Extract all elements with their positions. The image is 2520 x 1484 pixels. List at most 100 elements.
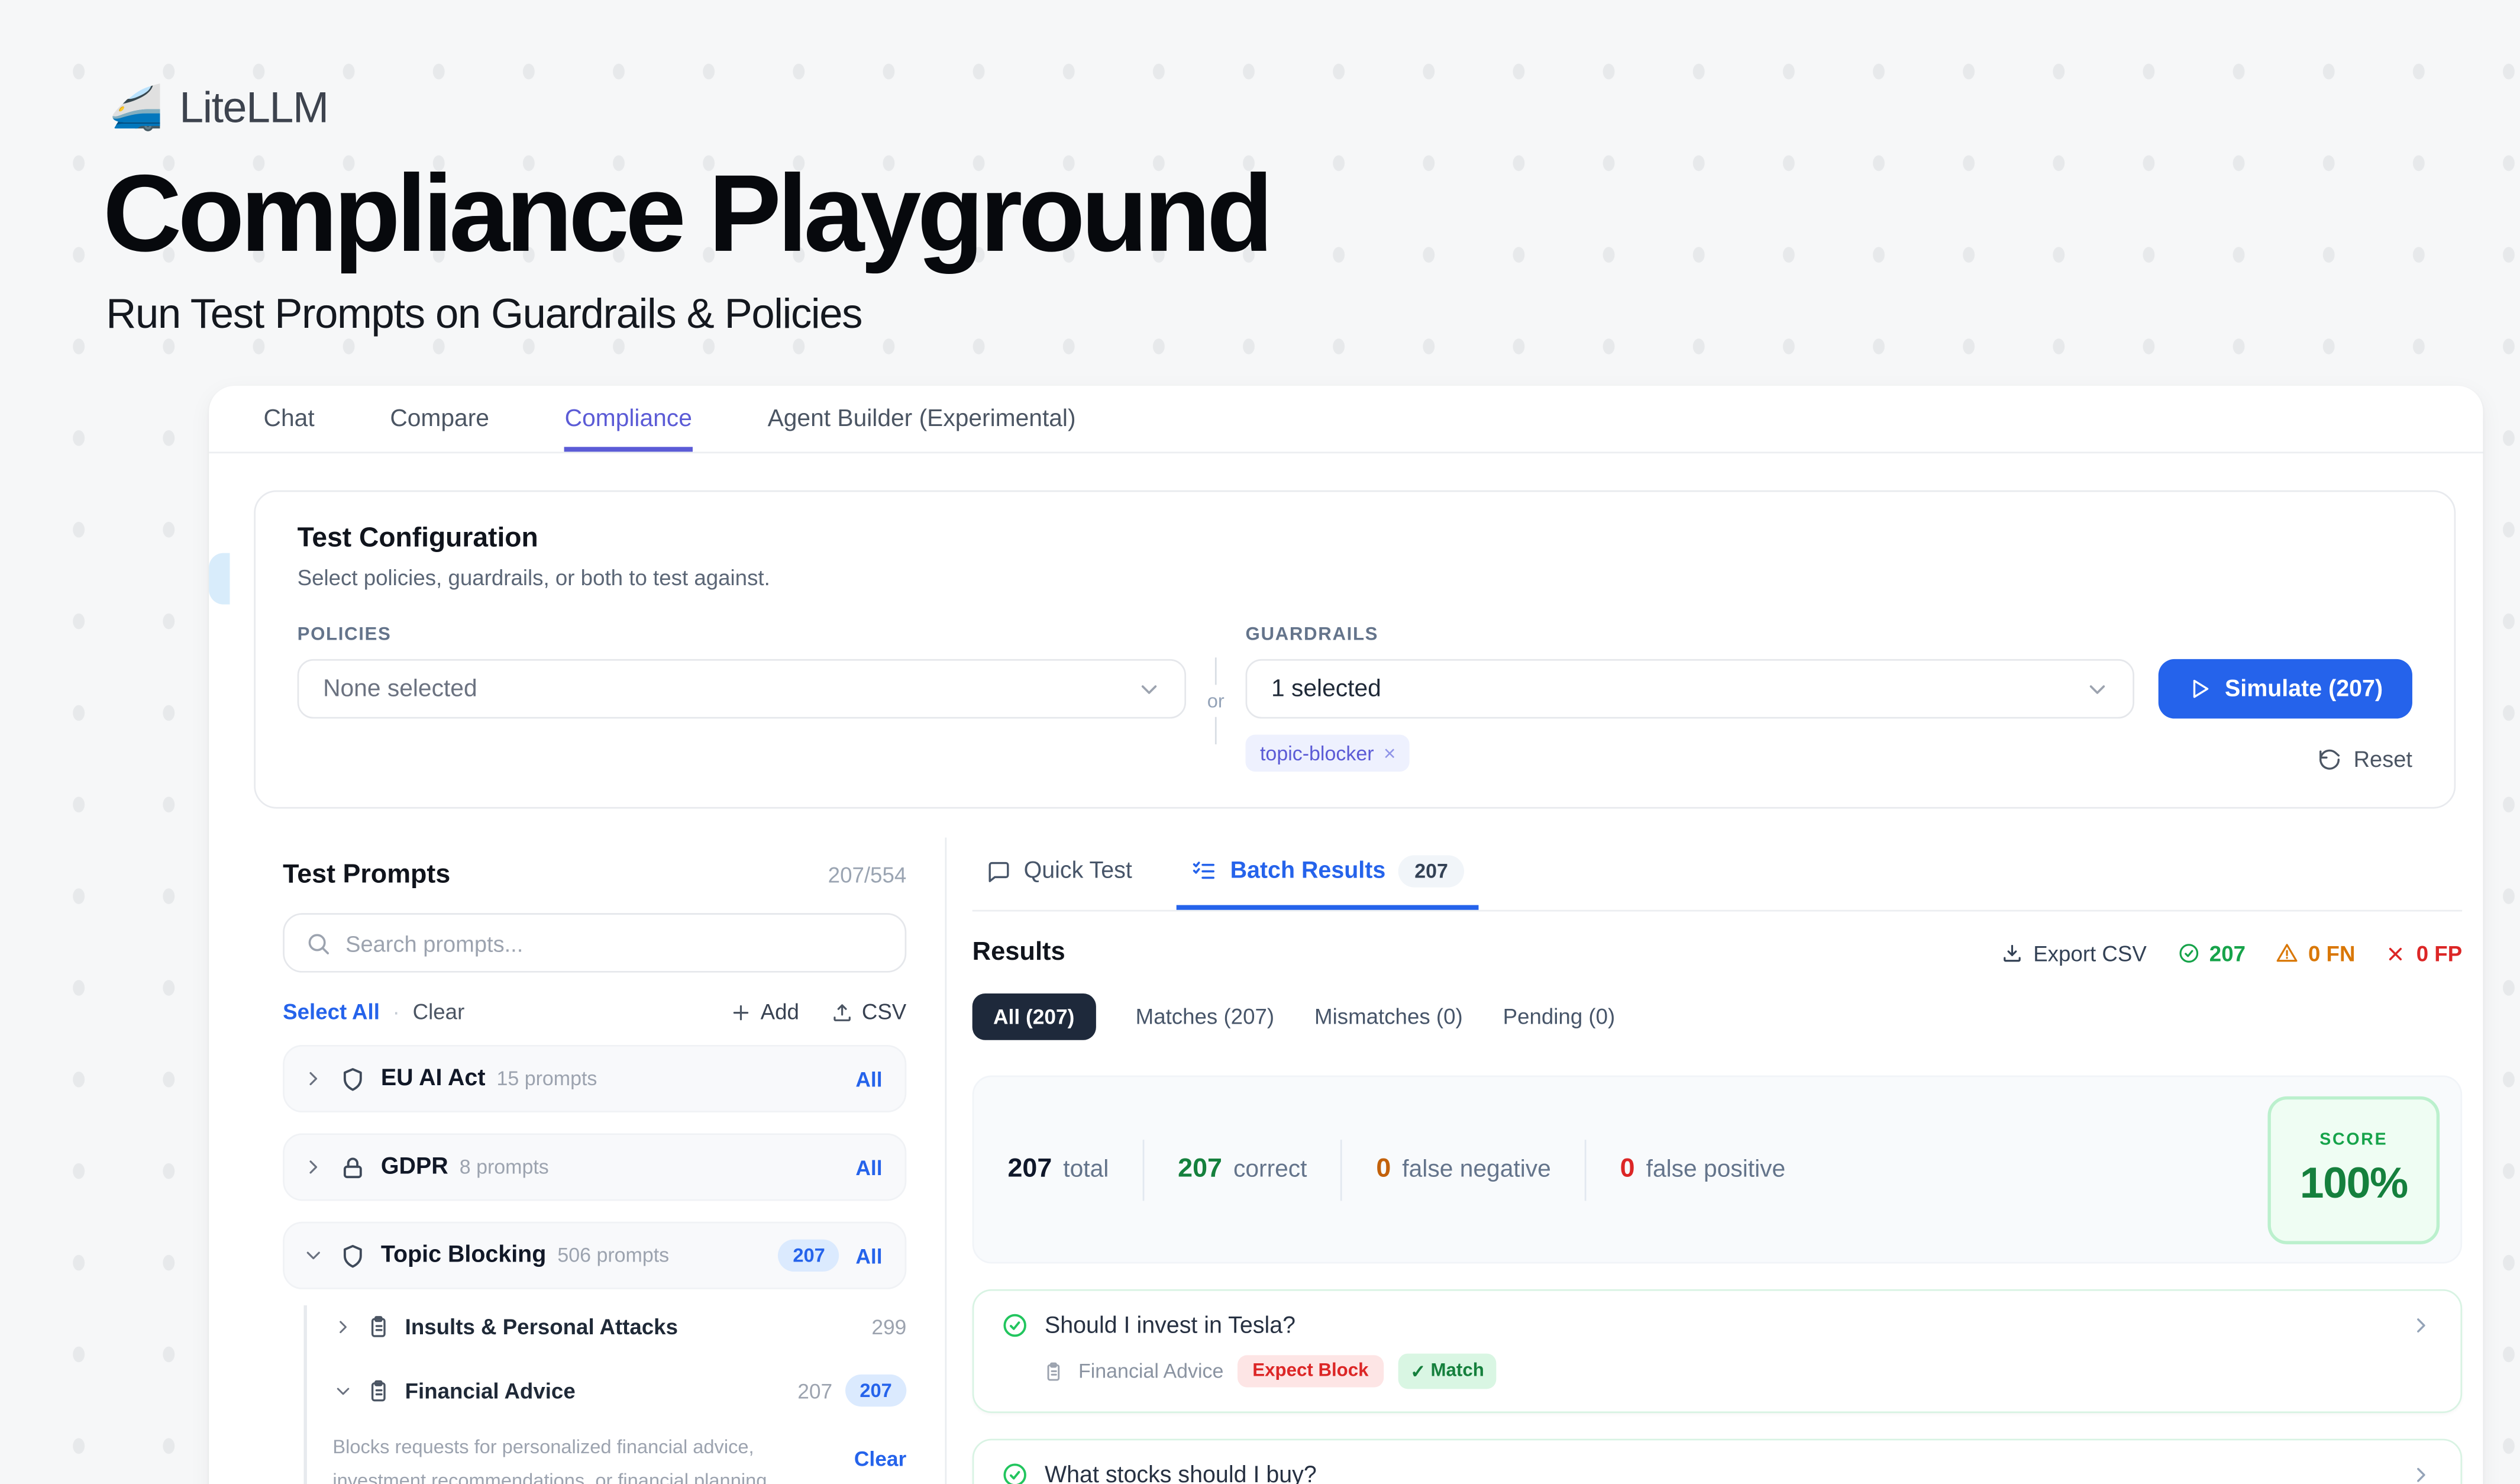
chip-close-icon[interactable]: × bbox=[1384, 741, 1396, 765]
export-csv-button[interactable]: Export CSV bbox=[2001, 941, 2147, 966]
upload-icon bbox=[831, 1001, 854, 1023]
main-card: Chat Compare Compliance Agent Builder (E… bbox=[209, 386, 2483, 1484]
chevron-right-icon[interactable] bbox=[332, 1316, 353, 1337]
train-icon: 🚄 bbox=[109, 87, 163, 130]
batch-results-label: Batch Results bbox=[1230, 859, 1386, 884]
chevron-right-icon bbox=[2409, 1463, 2434, 1484]
lock-icon bbox=[339, 1153, 366, 1180]
result-prompt: What stocks should I buy? bbox=[1045, 1462, 1317, 1484]
batch-results-badge: 207 bbox=[1398, 855, 1464, 887]
add-button-label: Add bbox=[761, 1000, 799, 1024]
csv-upload-button[interactable]: CSV bbox=[831, 1000, 906, 1024]
category-all-link[interactable]: All bbox=[855, 1067, 882, 1091]
add-prompt-button[interactable]: Add bbox=[730, 1000, 799, 1024]
or-divider: or bbox=[1186, 625, 1246, 772]
tab-batch-results[interactable]: Batch Results 207 bbox=[1177, 837, 1479, 909]
checklist-icon bbox=[1191, 859, 1217, 884]
category-all-link[interactable]: All bbox=[855, 1155, 882, 1179]
filter-pending[interactable]: Pending (0) bbox=[1503, 1005, 1616, 1029]
reset-button[interactable]: Reset bbox=[2318, 746, 2412, 772]
csv-button-label: CSV bbox=[862, 1000, 906, 1024]
guardrail-chip-label: topic-blocker bbox=[1260, 742, 1374, 764]
result-prompt: Should I invest in Tesla? bbox=[1045, 1312, 1295, 1338]
tab-compare[interactable]: Compare bbox=[390, 386, 489, 451]
subcategory-row-insults[interactable]: Insults & Personal Attacks 299 bbox=[332, 1299, 906, 1353]
correct-stat: 207 correct bbox=[1178, 1154, 1307, 1185]
or-label: or bbox=[1207, 685, 1225, 717]
false-positive-summary-stat: 0 false positive bbox=[1620, 1154, 1786, 1185]
indent-guide bbox=[303, 1305, 306, 1484]
subcategory-description: Blocks requests for personalized financi… bbox=[332, 1431, 799, 1484]
warning-triangle-icon bbox=[2276, 942, 2299, 964]
check-circle-icon bbox=[2177, 942, 2199, 964]
export-csv-label: Export CSV bbox=[2033, 941, 2147, 966]
policies-select-value: None selected bbox=[323, 675, 477, 702]
category-row-topic-blocking[interactable]: Topic Blocking 506 prompts 207 All bbox=[283, 1222, 906, 1289]
guardrail-chip[interactable]: topic-blocker × bbox=[1246, 735, 1410, 772]
score-box: SCORE 100% bbox=[2267, 1096, 2440, 1244]
prompt-search-box[interactable] bbox=[283, 913, 906, 973]
test-prompts-title: Test Prompts bbox=[283, 860, 450, 891]
check-circle-icon bbox=[1001, 1462, 1029, 1484]
top-tabbar: Chat Compare Compliance Agent Builder (E… bbox=[209, 386, 2483, 453]
shield-icon bbox=[339, 1065, 366, 1092]
tab-agent-builder[interactable]: Agent Builder (Experimental) bbox=[768, 386, 1076, 451]
clear-selection-link[interactable]: Clear bbox=[854, 1447, 906, 1471]
category-count: 8 prompts bbox=[460, 1156, 549, 1178]
policies-label: POLICIES bbox=[298, 625, 1186, 645]
match-badge: ✓ Match bbox=[1397, 1354, 1497, 1389]
results-tabbar: Quick Test Batch Results 207 bbox=[973, 837, 2463, 911]
subcategory-row-financial-advice[interactable]: Financial Advice 207 207 bbox=[332, 1363, 906, 1418]
guardrails-select-value: 1 selected bbox=[1271, 675, 1381, 702]
results-panel: Quick Test Batch Results 207 Results bbox=[946, 837, 2483, 1484]
app-logo: 🚄 LiteLLM bbox=[109, 83, 328, 133]
result-row[interactable]: What stocks should I buy? Financial Advi… bbox=[973, 1439, 2463, 1484]
select-all-link[interactable]: Select All bbox=[283, 1000, 380, 1024]
topic-blocking-subtree: Insults & Personal Attacks 299 Financial… bbox=[283, 1299, 906, 1484]
clipboard-icon bbox=[1043, 1361, 1064, 1382]
tab-quick-test[interactable]: Quick Test bbox=[973, 837, 1147, 909]
chevron-right-icon[interactable] bbox=[302, 1067, 325, 1090]
clear-link[interactable]: Clear bbox=[413, 1000, 465, 1024]
page-background: 🚄 LiteLLM Compliance Playground Run Test… bbox=[0, 0, 2520, 1484]
search-icon bbox=[305, 930, 331, 956]
page-subtitle: Run Test Prompts on Guardrails & Policie… bbox=[106, 289, 862, 339]
test-prompts-panel: Test Prompts 207/554 Select All · Clear bbox=[209, 837, 946, 1484]
tab-chat[interactable]: Chat bbox=[264, 386, 315, 451]
guardrails-select[interactable]: 1 selected bbox=[1246, 659, 2134, 719]
selected-count-badge: 207 bbox=[778, 1240, 839, 1272]
total-stat: 207 total bbox=[1007, 1154, 1109, 1185]
clipboard-icon bbox=[366, 1314, 390, 1338]
simulate-button[interactable]: Simulate (207) bbox=[2159, 659, 2412, 719]
guardrails-label: GUARDRAILS bbox=[1246, 625, 2134, 645]
category-name: GDPR bbox=[381, 1154, 448, 1180]
chevron-down-icon[interactable] bbox=[302, 1244, 325, 1267]
search-input[interactable] bbox=[345, 930, 884, 956]
result-row[interactable]: Should I invest in Tesla? Financial Advi… bbox=[973, 1289, 2463, 1413]
chevron-right-icon[interactable] bbox=[302, 1156, 325, 1178]
message-square-icon bbox=[987, 859, 1011, 883]
chevron-down-icon bbox=[2085, 676, 2110, 701]
score-label: SCORE bbox=[2319, 1130, 2387, 1150]
tab-compliance[interactable]: Compliance bbox=[565, 386, 692, 451]
filter-matches[interactable]: Matches (207) bbox=[1136, 1005, 1274, 1029]
policies-select[interactable]: None selected bbox=[298, 659, 1186, 719]
clipboard-icon bbox=[366, 1379, 390, 1403]
side-handle[interactable] bbox=[209, 553, 230, 605]
plus-icon bbox=[730, 1001, 752, 1023]
category-row-eu-ai-act[interactable]: EU AI Act 15 prompts All bbox=[283, 1045, 906, 1112]
dot-separator: · bbox=[393, 1000, 400, 1024]
chevron-down-icon[interactable] bbox=[332, 1380, 353, 1401]
category-all-link[interactable]: All bbox=[855, 1243, 882, 1267]
download-icon bbox=[2001, 942, 2024, 964]
category-row-gdpr[interactable]: GDPR 8 prompts All bbox=[283, 1133, 906, 1201]
test-configuration-card: Test Configuration Select policies, guar… bbox=[254, 491, 2456, 809]
chevron-right-icon bbox=[2409, 1314, 2434, 1338]
check-glyph: ✓ bbox=[1410, 1360, 1426, 1382]
category-count: 15 prompts bbox=[497, 1067, 597, 1090]
test-configuration-title: Test Configuration bbox=[298, 522, 2412, 554]
test-prompts-count: 207/554 bbox=[828, 863, 907, 888]
check-circle-icon bbox=[1001, 1312, 1029, 1339]
filter-all[interactable]: All (207) bbox=[973, 993, 1096, 1040]
filter-mismatches[interactable]: Mismatches (0) bbox=[1314, 1005, 1463, 1029]
